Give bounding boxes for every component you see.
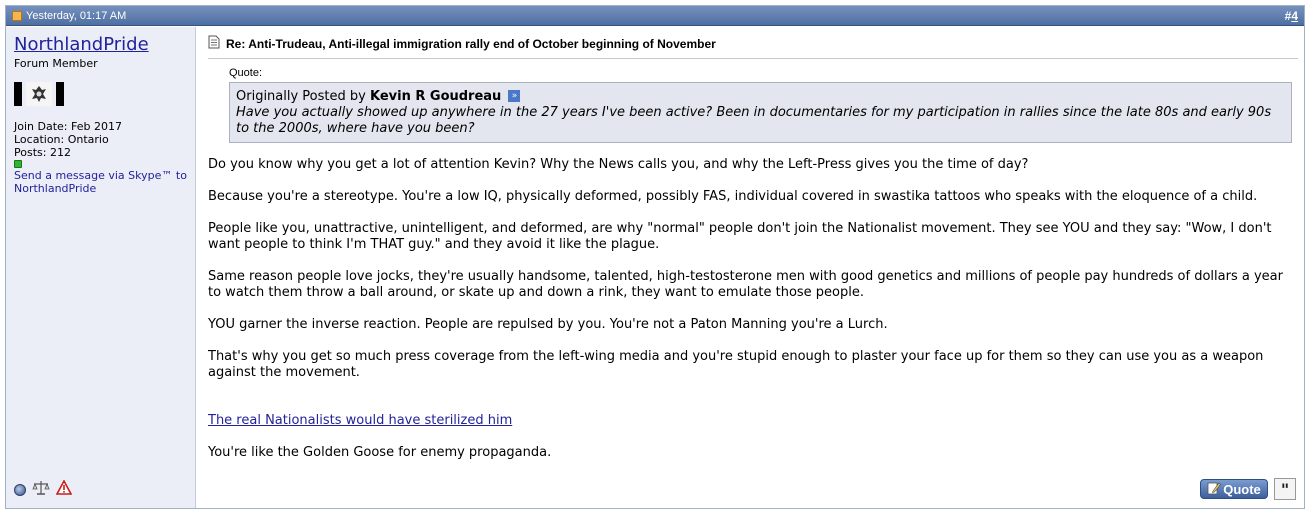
post-count: Posts: 212 bbox=[14, 146, 71, 159]
quote-button[interactable]: Quote bbox=[1200, 479, 1268, 499]
view-post-arrow-icon[interactable]: » bbox=[508, 89, 521, 102]
message-closing: You're like the Golden Goose for enemy p… bbox=[208, 445, 552, 460]
multiquote-icon: " bbox=[1280, 479, 1290, 499]
post-action-buttons: Quote " bbox=[1200, 478, 1296, 500]
scales-icon[interactable] bbox=[32, 480, 50, 500]
quote-byline: Originally Posted by Kevin R Goudreau » bbox=[236, 89, 1283, 105]
avatar-left-bar bbox=[14, 82, 22, 106]
quote-block: Originally Posted by Kevin R Goudreau » … bbox=[229, 82, 1292, 143]
forum-post: Yesterday, 01:17 AM #4 NorthlandPride Fo… bbox=[5, 5, 1305, 509]
title-divider bbox=[208, 58, 1298, 59]
quote-prefix: Originally Posted by bbox=[236, 89, 366, 104]
post-title-row: Re: Anti-Trudeau, Anti-illegal immigrati… bbox=[208, 35, 1298, 52]
message-paragraph: That's why you get so much press coverag… bbox=[208, 349, 1264, 380]
post-title: Re: Anti-Trudeau, Anti-illegal immigrati… bbox=[226, 36, 716, 51]
post-timestamp: Yesterday, 01:17 AM bbox=[26, 9, 127, 22]
user-title: Forum Member bbox=[14, 57, 98, 70]
message-link[interactable]: The real Nationalists would have sterili… bbox=[208, 413, 512, 428]
post-number: 4 bbox=[1291, 8, 1298, 23]
user-sidebar: NorthlandPride Forum Member Join Date: F… bbox=[6, 27, 196, 508]
report-warning-icon[interactable] bbox=[55, 479, 73, 500]
multiquote-button[interactable]: " bbox=[1274, 478, 1296, 500]
post-content: Re: Anti-Trudeau, Anti-illegal immigrati… bbox=[202, 27, 1304, 508]
user-action-icons bbox=[14, 479, 73, 500]
join-date: Join Date: Feb 2017 bbox=[14, 120, 122, 133]
post-doc-icon bbox=[12, 10, 22, 21]
avatar-right-bar bbox=[56, 82, 64, 106]
online-status-icon bbox=[14, 160, 22, 168]
post-page-icon bbox=[208, 35, 220, 52]
message-paragraph: Do you know why you get a lot of attenti… bbox=[208, 157, 1029, 172]
post-number-link[interactable]: #4 bbox=[1285, 9, 1298, 23]
avatar-emblem-icon bbox=[26, 82, 52, 106]
quote-author: Kevin R Goudreau bbox=[369, 89, 502, 104]
skype-link[interactable]: Send a message via Skype™ to NorthlandPr… bbox=[14, 169, 187, 195]
avatar[interactable] bbox=[14, 82, 64, 106]
post-message: Do you know why you get a lot of attenti… bbox=[208, 157, 1298, 461]
quote-label: Quote: bbox=[229, 67, 263, 79]
quote-text: Have you actually showed up anywhere in … bbox=[236, 105, 1272, 136]
message-paragraph: People like you, unattractive, unintelli… bbox=[208, 221, 1272, 252]
location: Location: Ontario bbox=[14, 133, 109, 146]
message-paragraph: Same reason people love jocks, they're u… bbox=[208, 269, 1283, 300]
quote-pencil-icon bbox=[1207, 481, 1222, 498]
user-info: Join Date: Feb 2017 Location: Ontario Po… bbox=[14, 120, 187, 195]
quote-button-label: Quote bbox=[1223, 481, 1261, 497]
post-header-left: Yesterday, 01:17 AM bbox=[12, 10, 126, 22]
username-link[interactable]: NorthlandPride bbox=[14, 35, 187, 55]
post-header: Yesterday, 01:17 AM #4 bbox=[6, 6, 1304, 26]
message-paragraph: YOU garner the inverse reaction. People … bbox=[208, 317, 888, 332]
message-paragraph: Because you're a stereotype. You're a lo… bbox=[208, 189, 1258, 204]
reputation-icon[interactable] bbox=[14, 484, 26, 496]
